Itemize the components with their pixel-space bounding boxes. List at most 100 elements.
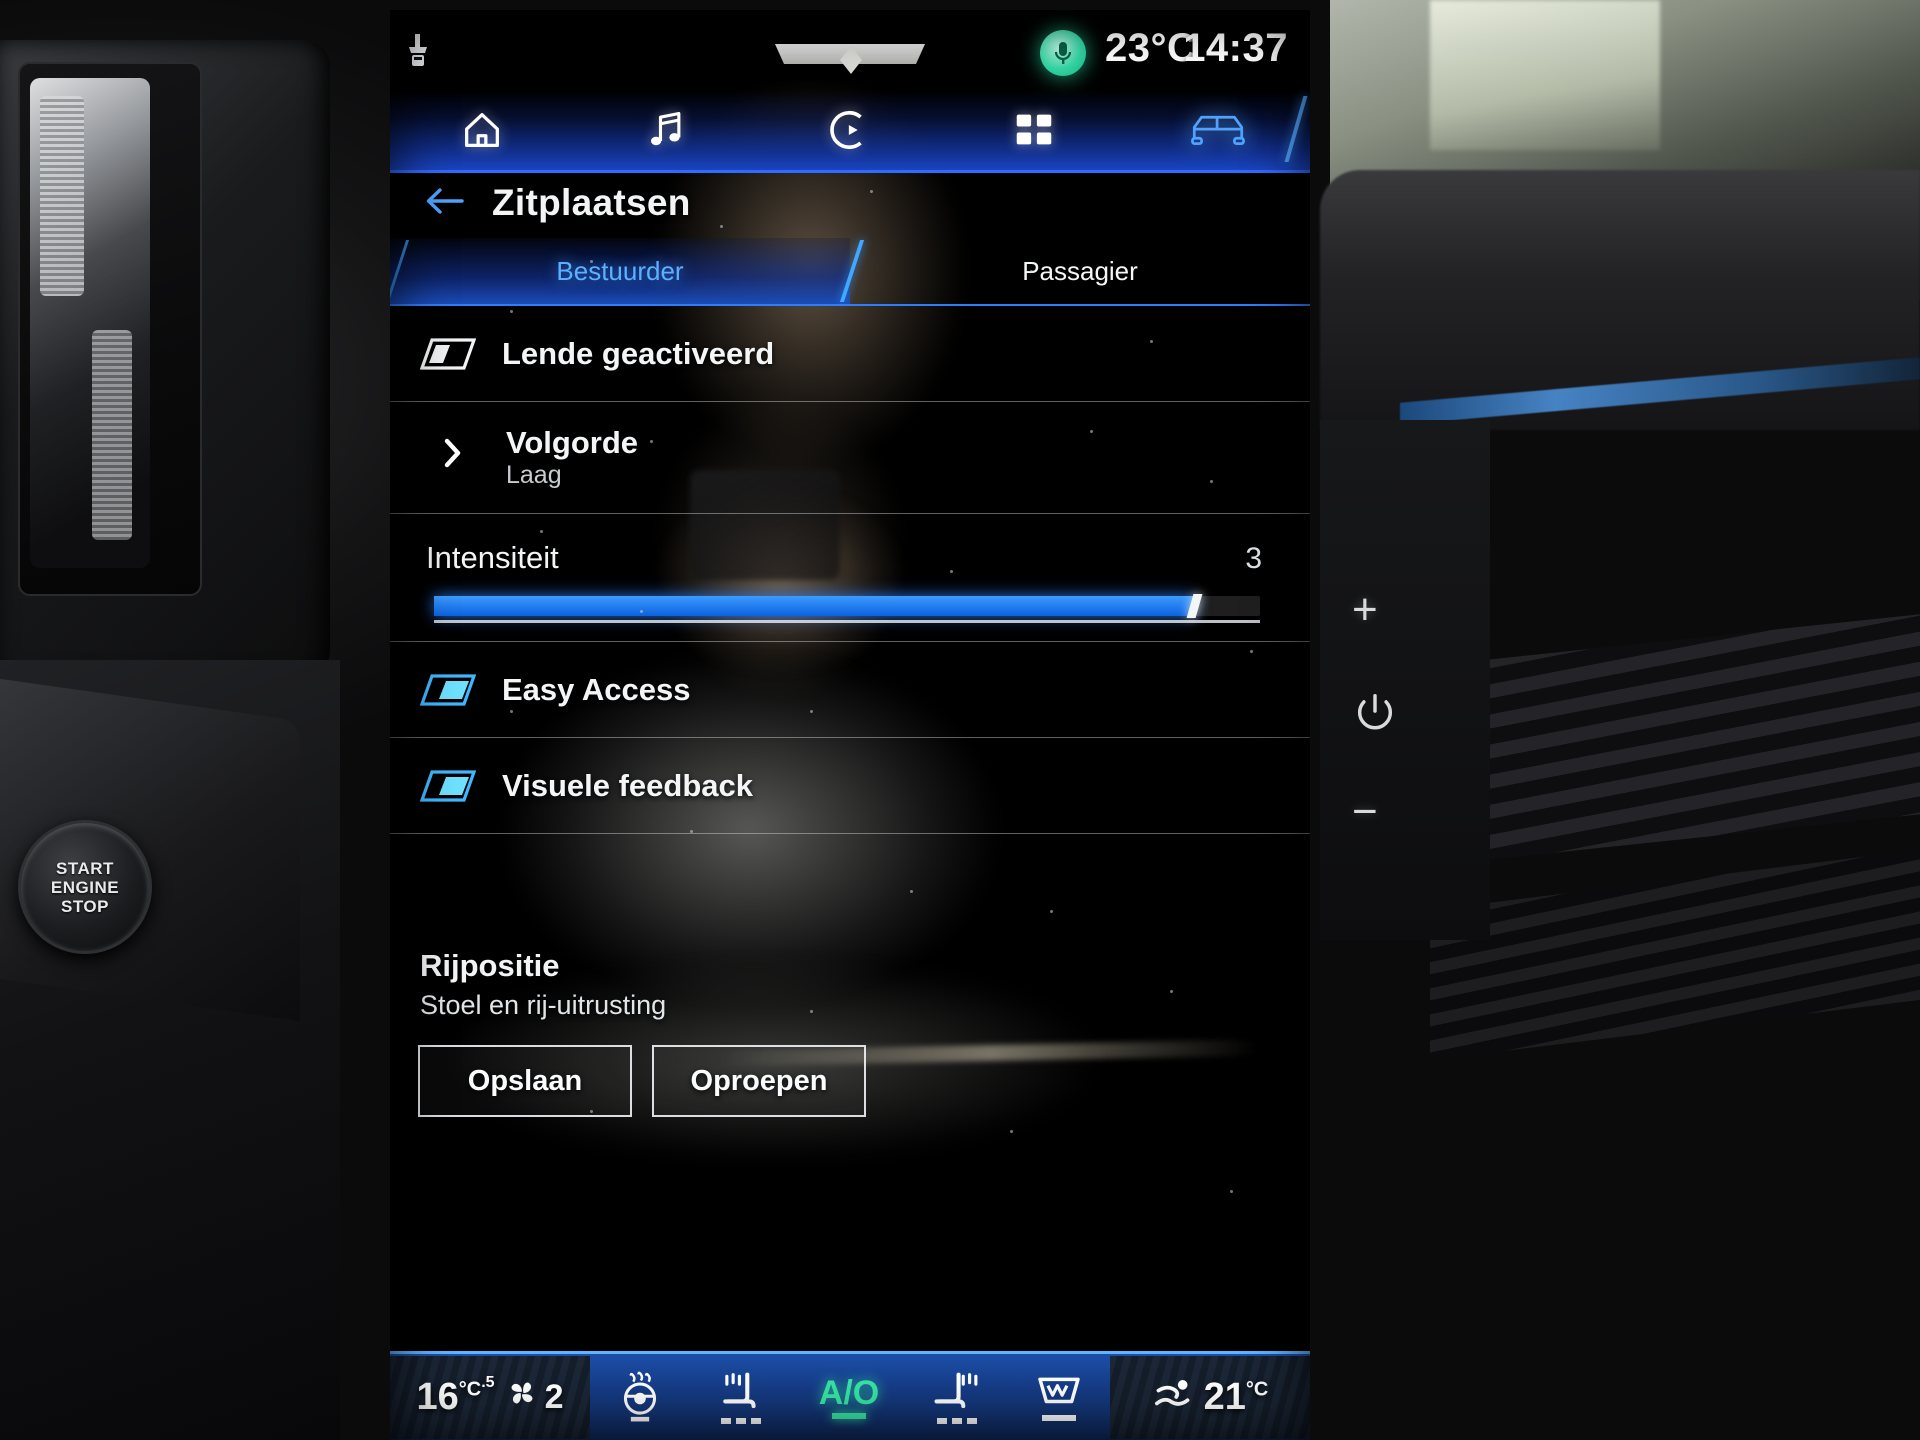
toggle-switch-icon[interactable]: [419, 337, 477, 371]
start-button-line3: STOP: [61, 896, 109, 916]
toggle-switch-icon[interactable]: [419, 673, 477, 707]
section-title: Rijpositie: [420, 948, 560, 983]
dust-speck: [1050, 910, 1053, 913]
nav-vehicle[interactable]: [1126, 90, 1310, 170]
climate-passenger-zone[interactable]: 21°C: [1110, 1355, 1310, 1439]
climate-bar[interactable]: 16°C.5 2 A/O 21°C: [390, 1351, 1310, 1440]
air-direction-icon[interactable]: [1152, 1376, 1194, 1418]
auto-climate-button[interactable]: A/O: [819, 1376, 879, 1419]
intensity-slider[interactable]: [434, 593, 1260, 623]
seat-heat-icon[interactable]: [717, 1370, 765, 1424]
chevron-right-icon[interactable]: [442, 436, 482, 479]
back-arrow-icon[interactable]: [422, 184, 466, 223]
dust-speck: [950, 570, 953, 573]
dust-speck: [1210, 480, 1213, 483]
rear-defrost-icon[interactable]: [1035, 1373, 1083, 1421]
drive-position-buttons[interactable]: Opslaan Oproepen: [418, 1045, 866, 1117]
dust-speck: [1250, 650, 1253, 653]
row-volgorde[interactable]: Volgorde Laag: [390, 402, 1310, 514]
row-lende-geactiveerd[interactable]: Lende geactiveerd: [390, 306, 1310, 402]
dust-speck: [650, 440, 653, 443]
car-interior-photo: START ENGINE STOP + − 23°C 14:37 Zitplaa…: [0, 0, 1920, 1440]
main-nav-bar[interactable]: [390, 90, 1310, 173]
volume-minus-button[interactable]: −: [1352, 790, 1378, 834]
status-bar: 23°C 14:37: [390, 10, 1310, 98]
infotainment-screen[interactable]: 23°C 14:37 Zitplaatsen Bestuurder Passag…: [390, 10, 1310, 1440]
driver-temperature[interactable]: 16°C.5: [416, 1373, 495, 1419]
dust-speck: [910, 890, 913, 893]
cluster-grille-lower: [92, 330, 132, 540]
passenger-temperature[interactable]: 21°C: [1204, 1376, 1269, 1419]
tab-bestuurder-label: Bestuurder: [556, 255, 684, 286]
auto-active-indicator: [831, 1412, 866, 1419]
start-button-line1: START: [56, 858, 114, 878]
dust-speck: [1010, 1130, 1013, 1133]
slider-value: 3: [1245, 541, 1262, 575]
row-visuele-feedback[interactable]: Visuele feedback: [390, 738, 1310, 834]
save-button[interactable]: Opslaan: [418, 1045, 632, 1117]
fan-speed: 2: [544, 1377, 564, 1416]
dust-speck: [1030, 270, 1033, 273]
row-label: Visuele feedback: [502, 767, 754, 803]
tow-hook-icon: [405, 34, 431, 72]
auto-label: A/O: [818, 1373, 880, 1412]
dust-speck: [510, 710, 513, 713]
fan-control[interactable]: 2: [505, 1376, 564, 1419]
dust-speck: [810, 1010, 813, 1013]
start-engine-stop-button[interactable]: START ENGINE STOP: [18, 820, 152, 954]
dust-speck: [1230, 1190, 1233, 1193]
climate-functions[interactable]: A/O: [590, 1356, 1110, 1439]
nav-media[interactable]: [574, 90, 758, 170]
start-button-line2: ENGINE: [50, 877, 120, 897]
row-easy-access[interactable]: Easy Access: [390, 642, 1310, 738]
dust-speck: [720, 225, 723, 228]
right-hardware-column: [1320, 420, 1490, 940]
nav-home[interactable]: [390, 90, 574, 170]
row-label: Volgorde: [506, 425, 639, 460]
nav-vehicle-active-indicator: [1284, 96, 1308, 162]
row-label: Lende geactiveerd: [502, 335, 775, 371]
recall-button[interactable]: Oproepen: [652, 1045, 866, 1117]
driver-temp-unit: °C: [458, 1377, 482, 1400]
seat-heat-level-indicator: [720, 1418, 761, 1424]
climate-driver-zone[interactable]: 16°C.5 2: [390, 1355, 590, 1439]
tab-passagier[interactable]: Passagier: [850, 238, 1310, 304]
steering-wheel-heat-icon[interactable]: [617, 1371, 663, 1423]
nav-phone[interactable]: [758, 90, 942, 170]
dust-speck: [690, 830, 693, 833]
page-header: Zitplaatsen: [390, 172, 1310, 234]
driver-temp-value: 16: [416, 1375, 459, 1418]
power-button[interactable]: [1352, 690, 1398, 758]
dust-speck: [1090, 430, 1093, 433]
slider-label: Intensiteit: [426, 539, 559, 575]
volume-plus-button[interactable]: +: [1352, 588, 1378, 632]
dust-speck: [1170, 990, 1173, 993]
rear-defrost-indicator: [1042, 1415, 1077, 1421]
seat-back-heat-icon[interactable]: [933, 1370, 981, 1424]
driver-temp-half: .5: [481, 1373, 495, 1391]
tab-bestuurder[interactable]: Bestuurder: [390, 238, 865, 304]
slider-underline: [434, 619, 1260, 623]
seat-tabs[interactable]: Bestuurder Passagier: [390, 238, 1310, 306]
toggle-switch-icon[interactable]: [419, 769, 477, 803]
seat-back-heat-level-indicator: [937, 1418, 978, 1424]
dust-speck: [810, 710, 813, 713]
dust-speck: [510, 310, 513, 313]
nav-apps[interactable]: [942, 90, 1126, 170]
cluster-grille-upper: [40, 96, 84, 296]
fan-icon: [505, 1376, 539, 1419]
dust-speck: [590, 260, 593, 263]
tab-passagier-label: Passagier: [1022, 255, 1138, 286]
dust-speck: [640, 610, 643, 613]
row-intensiteit[interactable]: Intensiteit 3: [390, 514, 1310, 642]
row-value: Laag: [506, 461, 562, 489]
dust-speck: [540, 530, 543, 533]
microphone-icon[interactable]: [1040, 30, 1086, 76]
page-title: Zitplaatsen: [492, 182, 691, 223]
passenger-temp-value: 21: [1203, 1375, 1246, 1418]
slider-fill: [434, 595, 1194, 616]
seat-settings-list[interactable]: Lende geactiveerd Volgorde Laag Intensit…: [390, 306, 1310, 834]
row-label: Easy Access: [502, 671, 691, 707]
windshield-highlight: [1430, 0, 1660, 150]
tab-left-edge: [390, 240, 410, 302]
